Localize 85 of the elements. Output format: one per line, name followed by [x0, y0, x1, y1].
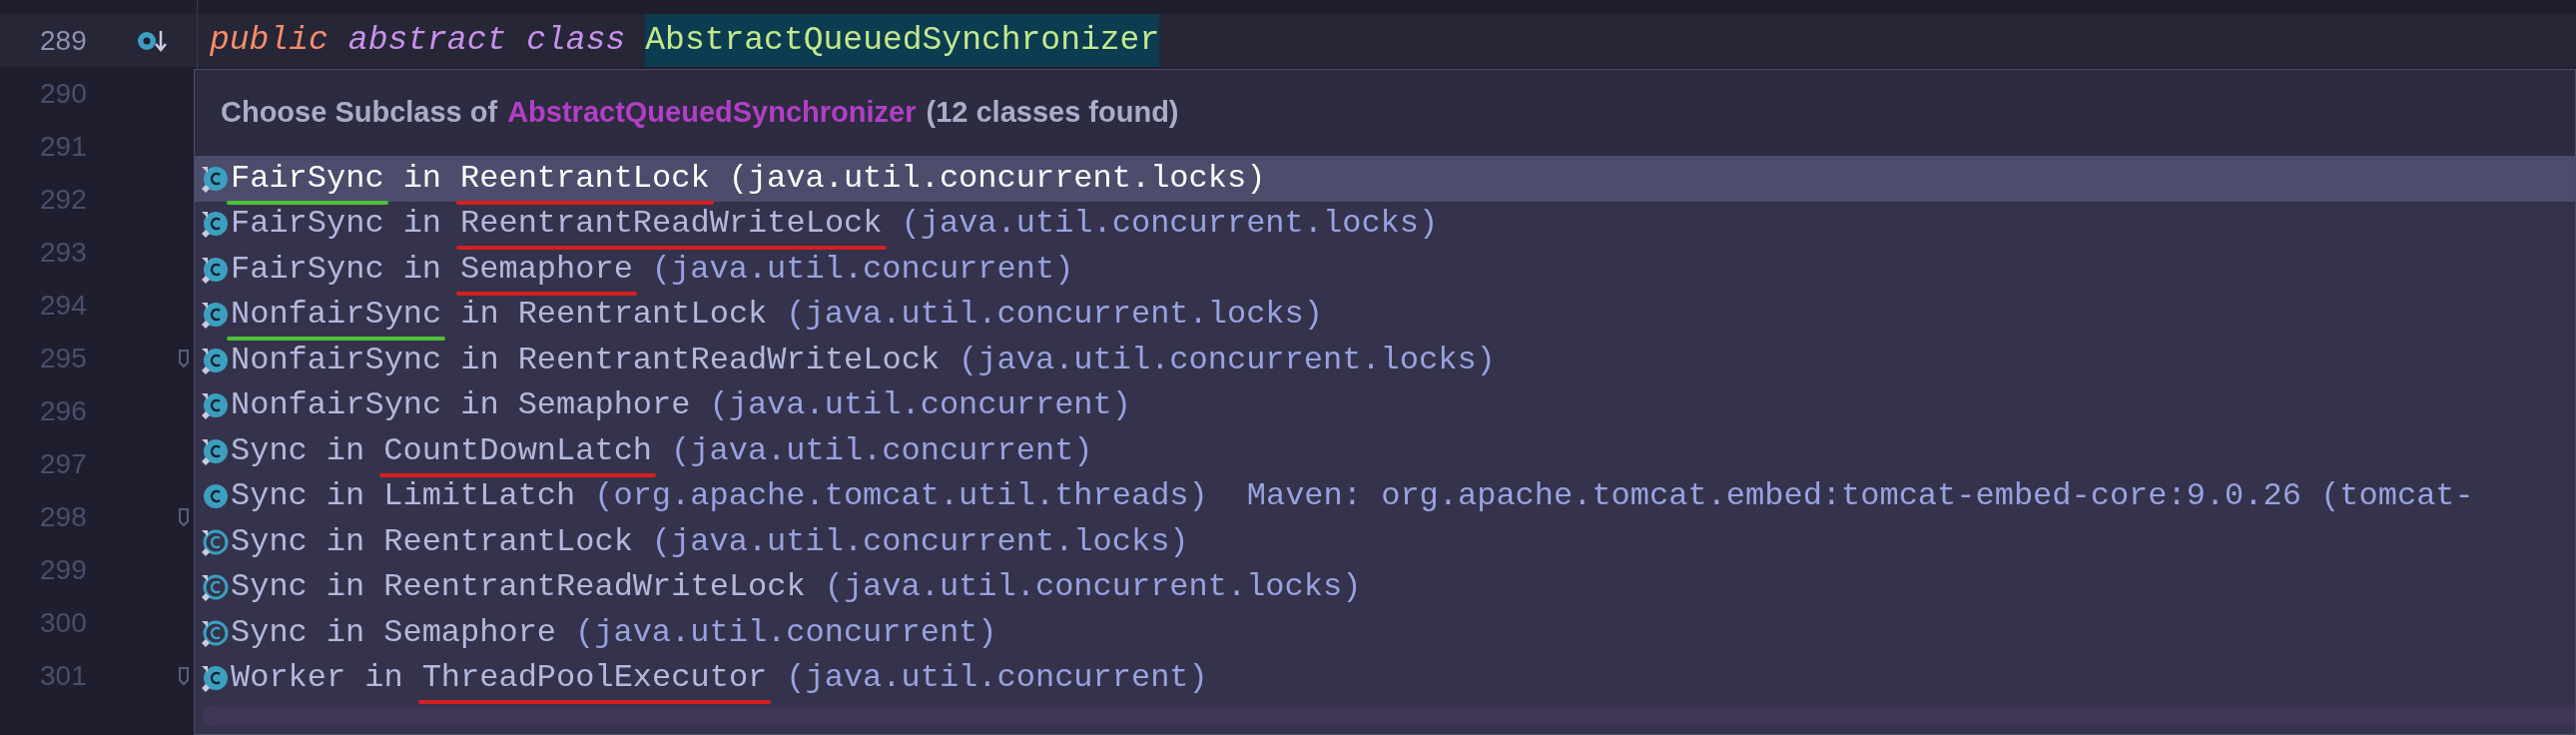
in-label: in — [460, 389, 499, 422]
owner-class: ReentrantLock — [517, 299, 768, 332]
class-name: FairSync — [231, 208, 384, 241]
in-label: in — [402, 253, 442, 286]
scrollbar[interactable] — [203, 705, 2575, 727]
subclass-item[interactable]: Worker in ThreadPoolExecutor (java.util.concurrent) — [195, 655, 2575, 701]
line-number: 293 — [40, 235, 88, 270]
subclass-item[interactable]: Sync in ReentrantReadWriteLock (java.util.concurrent.locks) — [195, 564, 2575, 610]
class-name: Worker — [231, 662, 346, 695]
owner-class: ReentrantReadWriteLock — [460, 208, 883, 241]
subclass-item[interactable]: Sync in LimitLatch (org.apache.tomcat.util.threads) Maven: org.apache.tomcat.embed:tomcat-embed-core:9.0.26 (tomcat- — [195, 473, 2575, 519]
subclass-item[interactable]: NonfairSync in Semaphore (java.util.concurrent) — [195, 382, 2575, 428]
package-label: (java.util.concurrent) — [575, 616, 997, 649]
code-token: abstract — [347, 20, 507, 61]
in-label: in — [402, 162, 442, 195]
line-number: 295 — [40, 341, 88, 375]
fold-icon[interactable] — [178, 665, 190, 686]
line-number: 292 — [40, 182, 88, 217]
package-label: (java.util.concurrent.locks) — [824, 571, 1362, 604]
popup-title-count: (12 classes found) — [926, 95, 1179, 131]
package-label: (java.util.concurrent) — [786, 662, 1208, 695]
line-number: 289 — [40, 23, 88, 58]
package-label: (java.util.concurrent.locks) — [786, 299, 1323, 332]
fold-icon[interactable] — [178, 348, 190, 368]
in-label: in — [325, 480, 365, 513]
owner-class: ThreadPoolExecutor — [421, 662, 768, 695]
package-label: (java.util.concurrent) — [651, 253, 1074, 286]
line-number: 294 — [40, 288, 88, 323]
line-number: 290 — [40, 76, 88, 111]
package-label: (java.util.concurrent) — [709, 389, 1131, 422]
library-label: Maven: org.apache.tomcat.embed:tomcat-embed-core:9.0.26 (tomcat- — [1246, 480, 2474, 513]
popup-title: Choose Subclass of — [221, 95, 498, 131]
code-token: class — [526, 20, 626, 61]
owner-class: ReentrantReadWriteLock — [383, 571, 806, 604]
package-label: (java.util.concurrent.locks) — [728, 162, 1266, 195]
class-name: Sync — [231, 616, 308, 649]
line-number: 299 — [40, 552, 88, 587]
class-name: FairSync — [231, 162, 384, 195]
class-name: NonfairSync — [231, 389, 442, 422]
subclass-item[interactable]: FairSync in ReentrantReadWriteLock (java.util.concurrent.locks) — [195, 201, 2575, 247]
popup-title-class: AbstractQueuedSynchronizer — [507, 95, 917, 131]
subclass-item[interactable]: FairSync in Semaphore (java.util.concurrent) — [195, 247, 2575, 293]
in-label: in — [460, 299, 499, 332]
fold-icon[interactable] — [178, 506, 190, 527]
in-label: in — [364, 662, 403, 695]
line-number: 298 — [40, 499, 88, 534]
owner-class: ReentrantLock — [383, 525, 633, 558]
owner-class: ReentrantLock — [460, 162, 710, 195]
class-name: Sync — [231, 434, 308, 467]
line-number: 291 — [40, 129, 88, 164]
owner-class: Semaphore — [460, 253, 633, 286]
line-number: 301 — [40, 658, 88, 693]
class-name: NonfairSync — [231, 344, 442, 376]
package-label: (org.apache.tomcat.util.threads) — [594, 480, 1208, 513]
class-name: NonfairSync — [231, 299, 442, 332]
class-name: Sync — [231, 480, 308, 513]
subclass-item[interactable]: Sync in Semaphore (java.util.concurrent) — [195, 610, 2575, 656]
owner-class: LimitLatch — [383, 480, 576, 513]
class-name: FairSync — [231, 253, 384, 286]
owner-class: CountDownLatch — [383, 434, 653, 467]
package-label: (java.util.concurrent.locks) — [651, 525, 1189, 558]
class-name: Sync — [231, 525, 308, 558]
class-name: Sync — [231, 571, 308, 604]
code-token: public — [210, 20, 328, 61]
in-label: in — [460, 344, 499, 376]
code-token: AbstractQueuedSynchronizer — [645, 14, 1160, 67]
line-number: 297 — [40, 446, 88, 481]
in-label: in — [402, 208, 442, 241]
subclass-item[interactable]: FairSync in ReentrantLock (java.util.concurrent.locks) — [195, 156, 2575, 202]
in-label: in — [325, 616, 365, 649]
in-label: in — [325, 525, 365, 558]
package-label: (java.util.concurrent.locks) — [901, 208, 1439, 241]
owner-class: Semaphore — [517, 389, 691, 422]
subclass-item[interactable]: Sync in ReentrantLock (java.util.concurrent.locks) — [195, 519, 2575, 565]
owner-class: Semaphore — [383, 616, 557, 649]
in-label: in — [325, 571, 365, 604]
subclass-item[interactable]: NonfairSync in ReentrantLock (java.util.concurrent.locks) — [195, 292, 2575, 338]
line-number: 300 — [40, 605, 88, 640]
line-number: 296 — [40, 393, 88, 428]
subclass-item[interactable]: NonfairSync in ReentrantReadWriteLock (java.util.concurrent.locks) — [195, 338, 2575, 383]
in-label: in — [325, 434, 365, 467]
package-label: (java.util.concurrent) — [671, 434, 1093, 467]
package-label: (java.util.concurrent.locks) — [959, 344, 1496, 376]
subclass-item[interactable]: Sync in CountDownLatch (java.util.concurrent) — [195, 428, 2575, 474]
owner-class: ReentrantReadWriteLock — [517, 344, 941, 376]
